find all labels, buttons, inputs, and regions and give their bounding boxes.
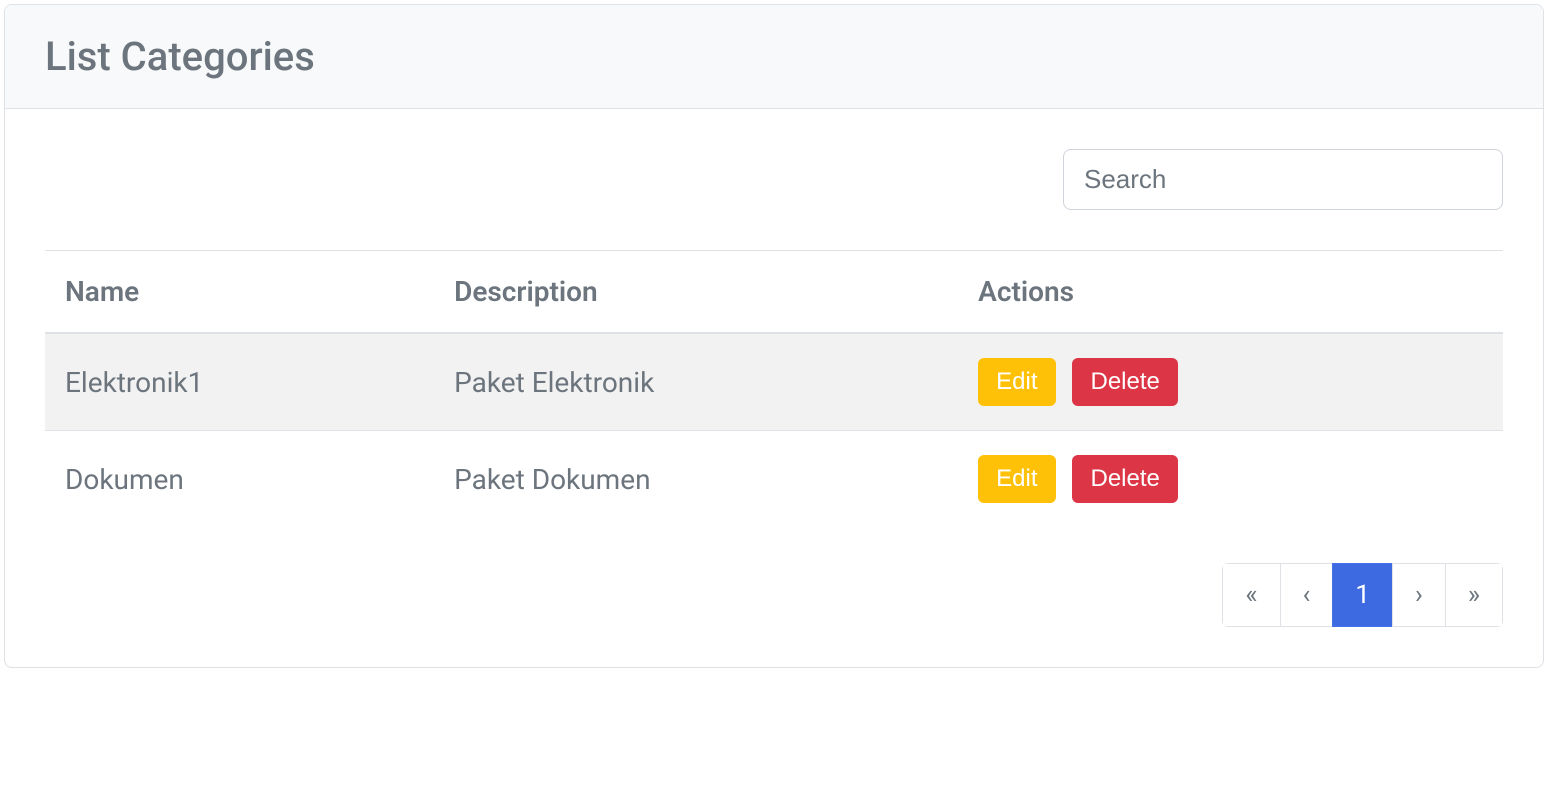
search-input[interactable] [1063, 149, 1503, 210]
table-row: Elektronik1 Paket Elektronik Edit Delete [45, 333, 1503, 431]
page-title: List Categories [45, 33, 1503, 80]
col-description: Description [434, 251, 958, 334]
page-current-link[interactable]: 1 [1333, 564, 1392, 626]
table-row: Dokumen Paket Dokumen Edit Delete [45, 431, 1503, 528]
search-row [45, 149, 1503, 210]
page-last-link[interactable]: » [1446, 564, 1502, 626]
card-body: Name Description Actions Elektronik1 Pak… [5, 109, 1543, 667]
page-next[interactable]: › [1392, 563, 1446, 627]
page-first-link[interactable]: « [1223, 564, 1279, 626]
cell-name: Dokumen [45, 431, 434, 528]
page-current[interactable]: 1 [1332, 563, 1393, 627]
cell-actions: Edit Delete [958, 431, 1503, 528]
pagination: « ‹ 1 › » [1223, 563, 1503, 627]
page-prev[interactable]: ‹ [1280, 563, 1334, 627]
col-name: Name [45, 251, 434, 334]
cell-description: Paket Dokumen [434, 431, 958, 528]
delete-button[interactable]: Delete [1072, 358, 1177, 406]
categories-card: List Categories Name Description Actions… [4, 4, 1544, 668]
page-next-link[interactable]: › [1393, 564, 1445, 626]
col-actions: Actions [958, 251, 1503, 334]
cell-description: Paket Elektronik [434, 333, 958, 431]
page-last[interactable]: » [1445, 563, 1503, 627]
delete-button[interactable]: Delete [1072, 455, 1177, 503]
card-header: List Categories [5, 5, 1543, 109]
categories-table: Name Description Actions Elektronik1 Pak… [45, 250, 1503, 527]
page-prev-link[interactable]: ‹ [1281, 564, 1333, 626]
cell-name: Elektronik1 [45, 333, 434, 431]
edit-button[interactable]: Edit [978, 455, 1055, 503]
page-first[interactable]: « [1222, 563, 1280, 627]
cell-actions: Edit Delete [958, 333, 1503, 431]
pagination-row: « ‹ 1 › » [45, 563, 1503, 627]
edit-button[interactable]: Edit [978, 358, 1055, 406]
